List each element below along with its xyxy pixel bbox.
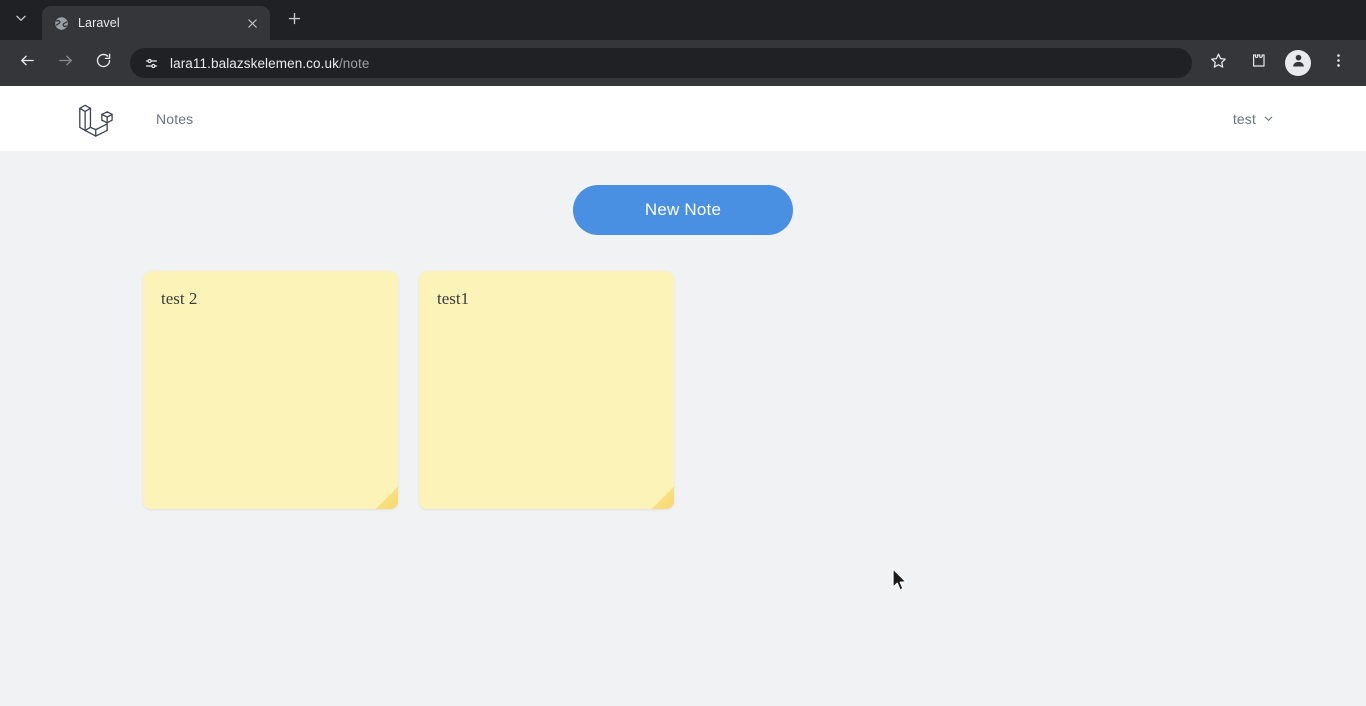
person-avatar-icon bbox=[1290, 52, 1307, 74]
note-fold-corner bbox=[652, 487, 674, 509]
user-menu-button[interactable]: test bbox=[1233, 111, 1274, 127]
laravel-logo-icon[interactable] bbox=[76, 100, 114, 138]
back-button[interactable] bbox=[12, 48, 42, 78]
site-navbar: Notes test bbox=[0, 86, 1366, 151]
url-text: lara11.balazskelemen.co.uk/note bbox=[170, 56, 369, 71]
note-title: test1 bbox=[437, 289, 470, 308]
globe-icon bbox=[53, 15, 69, 31]
new-note-row: New Note bbox=[0, 185, 1366, 235]
notes-grid: test 2 test1 bbox=[0, 235, 1366, 509]
toolbar-right-group bbox=[1198, 48, 1358, 78]
star-icon bbox=[1210, 52, 1227, 74]
reload-button[interactable] bbox=[88, 48, 118, 78]
tab-title: Laravel bbox=[78, 16, 120, 30]
chevron-down-icon bbox=[14, 11, 28, 30]
page-viewport: Notes test New Note test 2 test1 bbox=[0, 86, 1366, 706]
bookmark-button[interactable] bbox=[1203, 48, 1233, 78]
new-note-button[interactable]: New Note bbox=[573, 185, 793, 235]
note-fold-corner bbox=[376, 487, 398, 509]
chevron-down-icon bbox=[1263, 113, 1274, 124]
three-dot-menu-icon bbox=[1330, 52, 1347, 74]
new-tab-button[interactable] bbox=[279, 6, 309, 36]
plus-icon bbox=[287, 11, 302, 31]
sidebar-item-notes[interactable]: Notes bbox=[156, 111, 193, 127]
page-content: New Note test 2 test1 bbox=[0, 151, 1366, 509]
extensions-puzzle-icon bbox=[1250, 52, 1267, 74]
note-card[interactable]: test1 bbox=[419, 271, 674, 509]
url-path: /note bbox=[338, 55, 370, 71]
url-host: lara11.balazskelemen.co.uk bbox=[170, 55, 339, 71]
tab-search-button[interactable] bbox=[4, 3, 38, 37]
tune-sliders-icon[interactable] bbox=[142, 54, 160, 72]
address-bar[interactable]: lara11.balazskelemen.co.uk/note bbox=[130, 48, 1192, 78]
note-title: test 2 bbox=[161, 289, 198, 308]
browser-window: Laravel lara11.balazskelemen.co.uk/note … bbox=[0, 0, 1366, 706]
close-icon[interactable] bbox=[242, 13, 262, 33]
profile-button[interactable] bbox=[1285, 50, 1311, 76]
arrow-right-icon bbox=[57, 52, 74, 74]
tab-strip: Laravel bbox=[0, 0, 1366, 40]
extensions-button[interactable] bbox=[1243, 48, 1273, 78]
forward-button[interactable] bbox=[50, 48, 80, 78]
arrow-pointer-icon bbox=[891, 568, 909, 594]
browser-toolbar: lara11.balazskelemen.co.uk/note bbox=[0, 40, 1366, 86]
user-name-label: test bbox=[1232, 110, 1256, 127]
browser-tab[interactable]: Laravel bbox=[42, 6, 270, 40]
browser-menu-button[interactable] bbox=[1323, 48, 1353, 78]
note-card[interactable]: test 2 bbox=[143, 271, 398, 509]
reload-icon bbox=[95, 52, 112, 74]
navbar-left: Notes bbox=[0, 100, 193, 138]
arrow-left-icon bbox=[19, 52, 36, 74]
